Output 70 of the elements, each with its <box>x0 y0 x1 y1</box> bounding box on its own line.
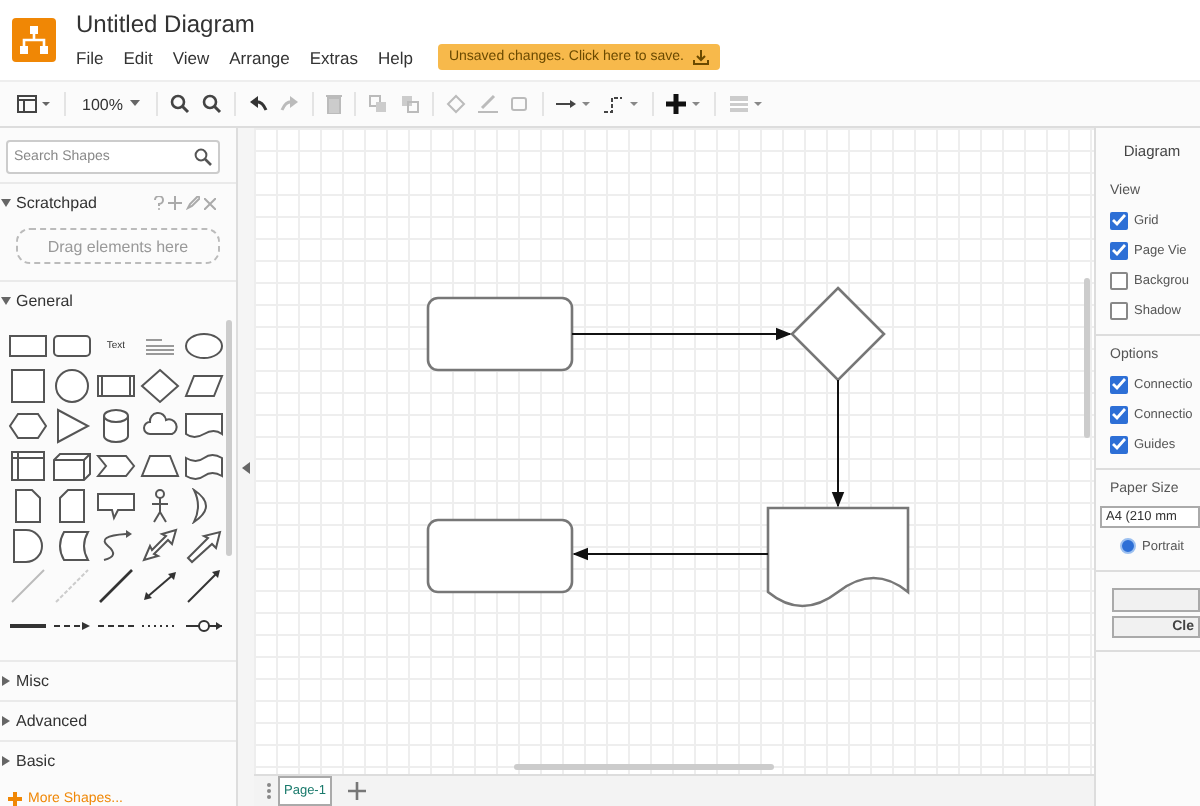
plus-icon <box>8 792 22 806</box>
double-headed-line-shape-icon[interactable] <box>140 568 180 604</box>
section-header[interactable]: General <box>0 280 236 320</box>
connector-arrow[interactable] <box>571 327 792 341</box>
fill-color-icon[interactable] <box>446 94 467 114</box>
connector-arrow[interactable] <box>831 379 845 508</box>
checkbox[interactable] <box>1110 435 1128 453</box>
zoom-out-icon[interactable] <box>202 94 223 114</box>
scrollbar[interactable] <box>514 764 774 770</box>
checkbox[interactable] <box>1110 241 1128 259</box>
search-icon <box>194 148 212 166</box>
arrow-line-shape-icon[interactable] <box>184 568 224 604</box>
checkbox[interactable] <box>1110 271 1128 289</box>
internal-storage-shape-icon[interactable] <box>8 448 48 484</box>
zoom-in-icon[interactable] <box>170 94 191 114</box>
section-title: Basic <box>16 752 56 770</box>
menu-item[interactable]: Edit <box>123 47 153 67</box>
arrow-shape-icon[interactable] <box>184 528 224 564</box>
section-title: Misc <box>16 672 49 690</box>
diamond-node[interactable] <box>790 286 886 382</box>
menu-item[interactable]: View <box>172 47 210 67</box>
section-title: Advanced <box>16 712 88 730</box>
rounded-rectangle-node[interactable] <box>426 518 574 594</box>
caret-icon <box>130 100 141 108</box>
d-shape-shape-icon[interactable] <box>8 528 48 564</box>
connector-arrow[interactable] <box>572 547 769 561</box>
document-shape-icon[interactable] <box>184 408 224 444</box>
callout-shape-icon[interactable] <box>96 488 136 524</box>
panel-layout-icon[interactable] <box>16 94 52 114</box>
zoom-dropdown[interactable]: 100% <box>78 95 145 113</box>
scratchpad-drop-area: Drag elements here <box>16 228 220 264</box>
line-color-icon[interactable] <box>478 94 499 114</box>
undo-icon[interactable] <box>248 96 269 112</box>
menu-item[interactable]: Arrange <box>229 47 290 67</box>
double-arrow-shape-icon[interactable] <box>140 528 180 564</box>
section-title: Scratchpad <box>16 194 97 212</box>
app-logo-icon <box>12 18 56 62</box>
diamond-shape-icon[interactable] <box>140 368 180 404</box>
document-node[interactable] <box>766 506 910 608</box>
section-header[interactable]: Misc <box>0 660 236 700</box>
cube-shape-icon[interactable] <box>52 448 92 484</box>
add-page-icon[interactable] <box>347 782 366 800</box>
waypoints-icon[interactable] <box>604 94 641 114</box>
menu-item[interactable]: Extras <box>309 47 358 67</box>
scrollbar[interactable] <box>226 320 232 556</box>
menu-item[interactable]: Help <box>377 47 413 67</box>
connection-style-icon[interactable] <box>556 96 593 112</box>
menu-item[interactable]: File <box>76 47 104 67</box>
square-shape-icon[interactable] <box>8 368 48 404</box>
scrollbar[interactable] <box>1084 278 1090 438</box>
triangle-shape-icon[interactable] <box>52 408 92 444</box>
download-icon <box>691 48 710 66</box>
hexagon-shape-icon[interactable] <box>8 408 48 444</box>
section-title: General <box>16 292 73 310</box>
circle-shape-icon[interactable] <box>52 368 92 404</box>
tape-shape-icon[interactable] <box>184 448 224 484</box>
section-header[interactable]: Basic <box>0 740 236 780</box>
more-options-icon[interactable] <box>266 782 272 800</box>
insert-plus-icon[interactable] <box>666 94 703 114</box>
section-header[interactable]: Advanced <box>0 700 236 740</box>
checkbox[interactable] <box>1110 211 1128 229</box>
ellipse-shape-icon[interactable] <box>184 328 224 364</box>
diagram-title[interactable]: Untitled Diagram <box>76 10 720 38</box>
rounded-rectangle-node[interactable] <box>426 296 574 372</box>
collapse-arrow-icon[interactable] <box>242 461 250 473</box>
checkbox[interactable] <box>1110 301 1128 319</box>
checkbox[interactable] <box>1110 405 1128 423</box>
checkbox[interactable] <box>1110 375 1128 393</box>
radio-button[interactable] <box>1120 538 1136 554</box>
line-shape-icon[interactable] <box>96 568 136 604</box>
